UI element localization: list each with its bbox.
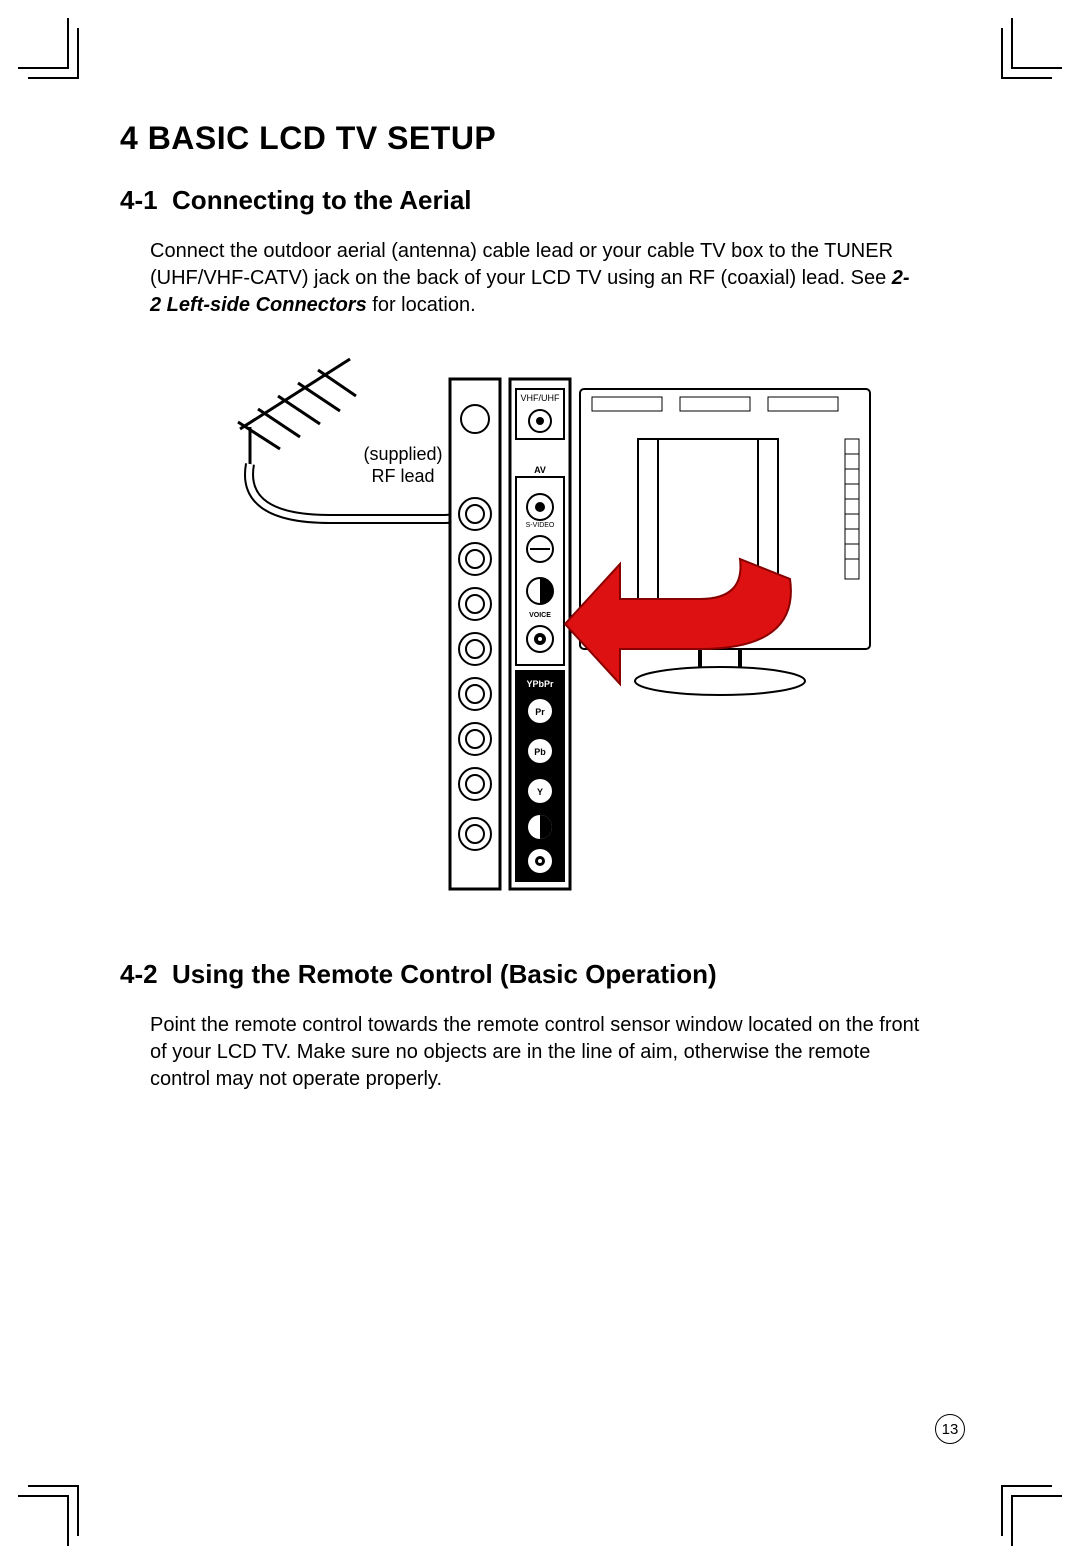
port-y: Y (537, 787, 543, 797)
section-text: Connecting to the Aerial (172, 185, 472, 215)
tv-connector-panel: VHF/UHF AV S-VIDEO VOICE YPbPr Pr Pb Y (510, 379, 570, 889)
chapter-title: 4 BASIC LCD TV SETUP (120, 120, 920, 157)
section-number: 4-1 (120, 185, 158, 215)
para-pre: Connect the outdoor aerial (antenna) cab… (150, 240, 893, 289)
para-post: for location. (372, 294, 475, 316)
section-number: 4-2 (120, 959, 158, 989)
section-title-4-2: 4-2 Using the Remote Control (Basic Oper… (120, 959, 920, 990)
chapter-text: BASIC LCD TV SETUP (148, 120, 497, 156)
port-vhfuhf-label: VHF/UHF (521, 393, 560, 403)
port-pb: Pb (534, 747, 546, 757)
section-title-4-1: 4-1 Connecting to the Aerial (120, 185, 920, 216)
aerial-connection-illustration: (supplied) RF lead (180, 349, 880, 909)
supplied-rf-lead-caption: (supplied) RF lead (348, 444, 458, 487)
port-ypbpr-label: YPbPr (526, 679, 554, 689)
section-4-1-paragraph: Connect the outdoor aerial (antenna) cab… (150, 238, 920, 319)
page-number-value: 13 (942, 1421, 959, 1438)
port-voice-label: VOICE (529, 612, 551, 619)
port-pr: Pr (535, 707, 545, 717)
chapter-number: 4 (120, 120, 138, 156)
caption-line1: (supplied) (363, 444, 442, 464)
port-av-label: AV (534, 465, 546, 475)
page-number: 13 (935, 1414, 965, 1444)
aerial-icon (238, 359, 356, 464)
section-4-2-paragraph: Point the remote control towards the rem… (150, 1012, 920, 1093)
caption-line2: RF lead (371, 466, 434, 486)
port-svideo-label: S-VIDEO (526, 522, 555, 529)
illustration-svg: VHF/UHF AV S-VIDEO VOICE YPbPr Pr Pb Y (180, 349, 880, 909)
section-text: Using the Remote Control (Basic Operatio… (172, 959, 717, 989)
